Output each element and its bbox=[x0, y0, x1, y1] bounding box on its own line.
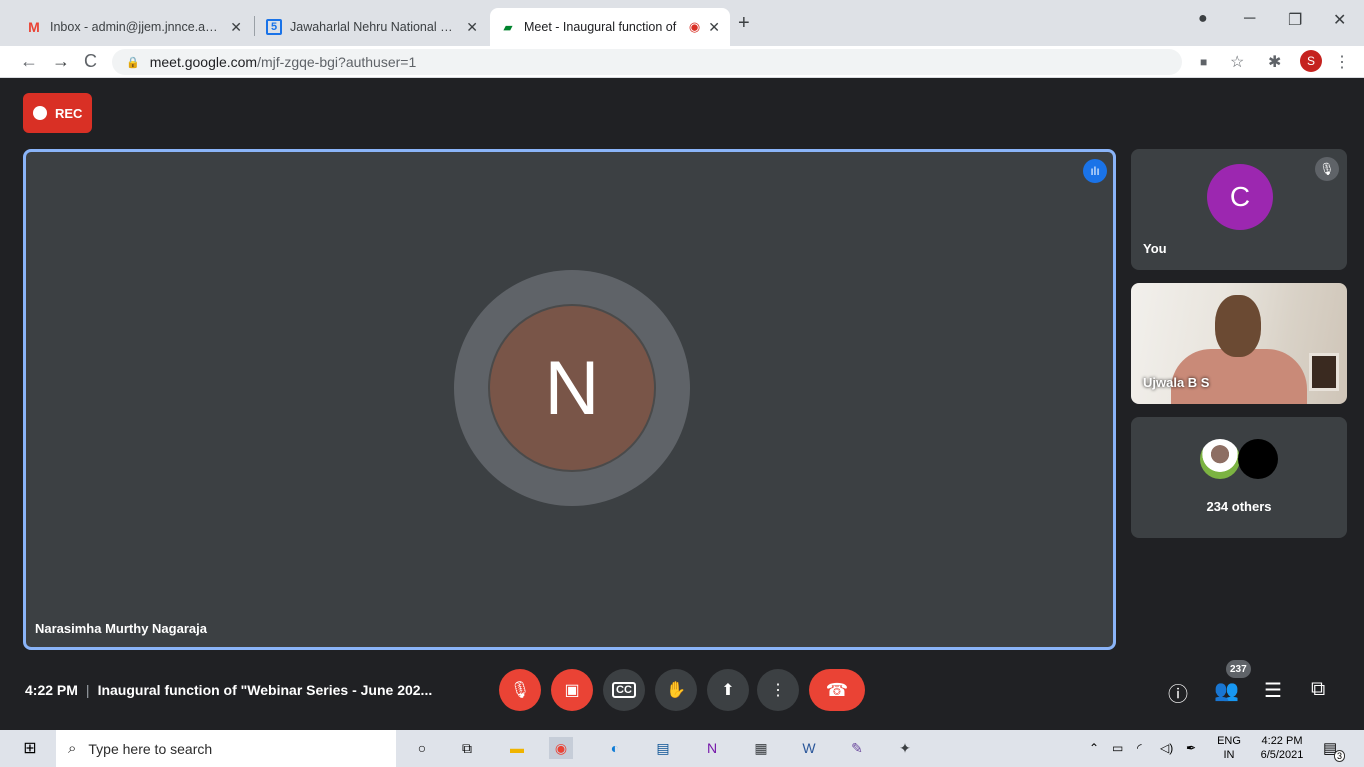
meeting-title[interactable]: Inaugural function of "Webinar Series - … bbox=[98, 682, 433, 698]
gmail-icon: M bbox=[28, 19, 40, 35]
tab-meet[interactable]: ▰ Meet - Inaugural function of ◉ ✕ bbox=[490, 8, 730, 46]
speaking-indicator-icon: ılı bbox=[1083, 159, 1107, 183]
close-tab-icon[interactable]: ✕ bbox=[466, 19, 478, 36]
activities-icon[interactable]: ⧉ bbox=[1311, 678, 1325, 701]
address-bar-row: ← → C 🔒 meet.google.com/mjf-zgqe-bgi?aut… bbox=[0, 46, 1364, 78]
wifi-icon[interactable]: ◜ bbox=[1137, 741, 1142, 755]
profile-menu-icon[interactable]: ● bbox=[1198, 10, 1208, 28]
captions-button[interactable]: CC bbox=[603, 669, 645, 711]
new-tab-button[interactable]: + bbox=[738, 12, 750, 35]
bookmark-star-icon[interactable]: ☆ bbox=[1230, 52, 1244, 72]
windows-taskbar: ⊞ ⌕ Type here to search ○ ⧉ ▬ ◉ ◐ ▤ N ▦ … bbox=[0, 730, 1364, 767]
task-view-icon[interactable]: ⧉ bbox=[455, 737, 479, 759]
windows-start-icon[interactable]: ⊞ bbox=[18, 737, 42, 759]
volume-icon[interactable]: ◁) bbox=[1160, 741, 1173, 755]
recording-indicator-icon: ◉ bbox=[688, 19, 701, 34]
camera-off-icon: ▣ bbox=[564, 682, 580, 699]
meeting-details-icon[interactable]: ⓘ bbox=[1168, 678, 1188, 707]
close-tab-icon[interactable]: ✕ bbox=[230, 19, 242, 36]
self-tile[interactable]: C 🎙 You bbox=[1131, 149, 1347, 270]
hand-icon: ✋ bbox=[666, 682, 686, 699]
meeting-control-bar: 4:22 PM | Inaugural function of "Webinar S… bbox=[0, 660, 1364, 730]
extensions-icon[interactable]: ✱ bbox=[1268, 52, 1281, 72]
separator: | bbox=[85, 682, 90, 698]
back-button[interactable]: ← bbox=[20, 51, 38, 72]
language-indicator[interactable]: ENG IN bbox=[1214, 734, 1244, 762]
video-background-frame bbox=[1309, 353, 1339, 391]
notification-count-badge: 3 bbox=[1334, 750, 1346, 762]
onenote-icon[interactable]: N bbox=[700, 737, 724, 759]
close-window-button[interactable]: ✕ bbox=[1333, 10, 1346, 30]
recording-badge[interactable]: REC bbox=[23, 93, 92, 133]
battery-icon[interactable]: ▭ bbox=[1112, 741, 1123, 755]
present-screen-icon: ⬆ bbox=[721, 682, 735, 699]
paint-3d-icon[interactable]: ✦ bbox=[893, 737, 917, 759]
raise-hand-button[interactable]: ✋ bbox=[655, 669, 697, 711]
clock[interactable]: 4:22 PM 6/5/2021 bbox=[1252, 734, 1312, 762]
present-button[interactable]: ⬆ bbox=[707, 669, 749, 711]
participant-name: Ujwala B S bbox=[1143, 375, 1210, 390]
more-vert-icon: ⋮ bbox=[770, 682, 786, 699]
url-field[interactable]: 🔒 meet.google.com/mjf-zgqe-bgi?authuser=… bbox=[112, 49, 1182, 75]
taskbar-search-box[interactable]: ⌕ Type here to search bbox=[56, 730, 396, 767]
word-icon[interactable]: W bbox=[797, 737, 821, 759]
calendar-icon: 5 bbox=[266, 19, 282, 35]
tab-jnnce[interactable]: 5 Jawaharlal Nehru National Colleg ✕ bbox=[256, 8, 488, 46]
chat-icon[interactable]: ☰ bbox=[1264, 678, 1282, 703]
others-count: 234 others bbox=[1206, 499, 1272, 514]
cortana-icon[interactable]: ○ bbox=[410, 737, 434, 759]
mic-off-button[interactable]: 🎙 bbox=[499, 669, 541, 711]
mic-off-icon: 🎙 bbox=[509, 682, 531, 699]
close-tab-icon[interactable]: ✕ bbox=[708, 19, 720, 36]
self-label: You bbox=[1143, 241, 1167, 256]
search-icon: ⌕ bbox=[68, 740, 77, 757]
chrome-icon[interactable]: ◉ bbox=[549, 737, 573, 759]
main-participant-tile[interactable]: ılı N Narasimha Murthy Nagaraja bbox=[23, 149, 1116, 650]
edge-icon[interactable]: ◐ bbox=[603, 737, 627, 759]
profile-avatar[interactable]: S bbox=[1300, 50, 1322, 72]
participant-video-tile[interactable]: Ujwala B S bbox=[1131, 283, 1347, 404]
avatar-ring: N bbox=[454, 270, 690, 506]
browser-tab-bar: M Inbox - admin@jjem.jnnce.ac.in - ✕ 5 J… bbox=[0, 0, 1364, 46]
participant-thumbnail bbox=[1200, 439, 1240, 479]
store-icon[interactable]: ▦ bbox=[749, 737, 773, 759]
minimize-button[interactable]: ─ bbox=[1244, 10, 1255, 28]
muted-mic-icon: 🎙 bbox=[1315, 157, 1339, 181]
camera-off-button[interactable]: ▣ bbox=[551, 669, 593, 711]
meet-icon: ▰ bbox=[503, 21, 513, 34]
reload-button[interactable]: C bbox=[84, 51, 97, 72]
pen-icon[interactable]: ✒ bbox=[1186, 741, 1196, 755]
captions-icon: CC bbox=[612, 682, 636, 698]
hang-up-icon: ☎ bbox=[825, 679, 849, 700]
video-person-head bbox=[1215, 295, 1261, 357]
participant-thumbnail bbox=[1238, 439, 1278, 479]
lock-icon: 🔒 bbox=[126, 56, 140, 69]
self-avatar: C bbox=[1207, 164, 1273, 230]
participant-name: Narasimha Murthy Nagaraja bbox=[35, 621, 207, 636]
others-tile[interactable]: 234 others bbox=[1131, 417, 1347, 538]
participant-count-badge: 237 bbox=[1226, 660, 1251, 678]
file-explorer-icon[interactable]: ▬ bbox=[505, 737, 529, 759]
more-options-button[interactable]: ⋮ bbox=[757, 669, 799, 711]
restore-button[interactable]: ❐ bbox=[1288, 10, 1302, 30]
forward-button[interactable]: → bbox=[52, 51, 70, 72]
people-icon[interactable]: 👥 bbox=[1214, 678, 1239, 703]
participant-avatar: N bbox=[488, 304, 656, 472]
image-viewer-icon[interactable]: ▤ bbox=[651, 737, 675, 759]
camera-icon[interactable]: ■ bbox=[1200, 55, 1207, 69]
tab-gmail[interactable]: M Inbox - admin@jjem.jnnce.ac.in - ✕ bbox=[16, 8, 252, 46]
leave-call-button[interactable]: ☎ bbox=[809, 669, 865, 711]
browser-menu-icon[interactable]: ⋮ bbox=[1334, 52, 1350, 72]
tab-separator bbox=[254, 16, 255, 36]
meeting-info: 4:22 PM | Inaugural function of "Webinar S… bbox=[25, 682, 433, 698]
show-hidden-icons[interactable]: ⌃ bbox=[1089, 741, 1099, 755]
record-dot-icon bbox=[33, 106, 47, 120]
paint-icon[interactable]: ✎ bbox=[845, 737, 869, 759]
